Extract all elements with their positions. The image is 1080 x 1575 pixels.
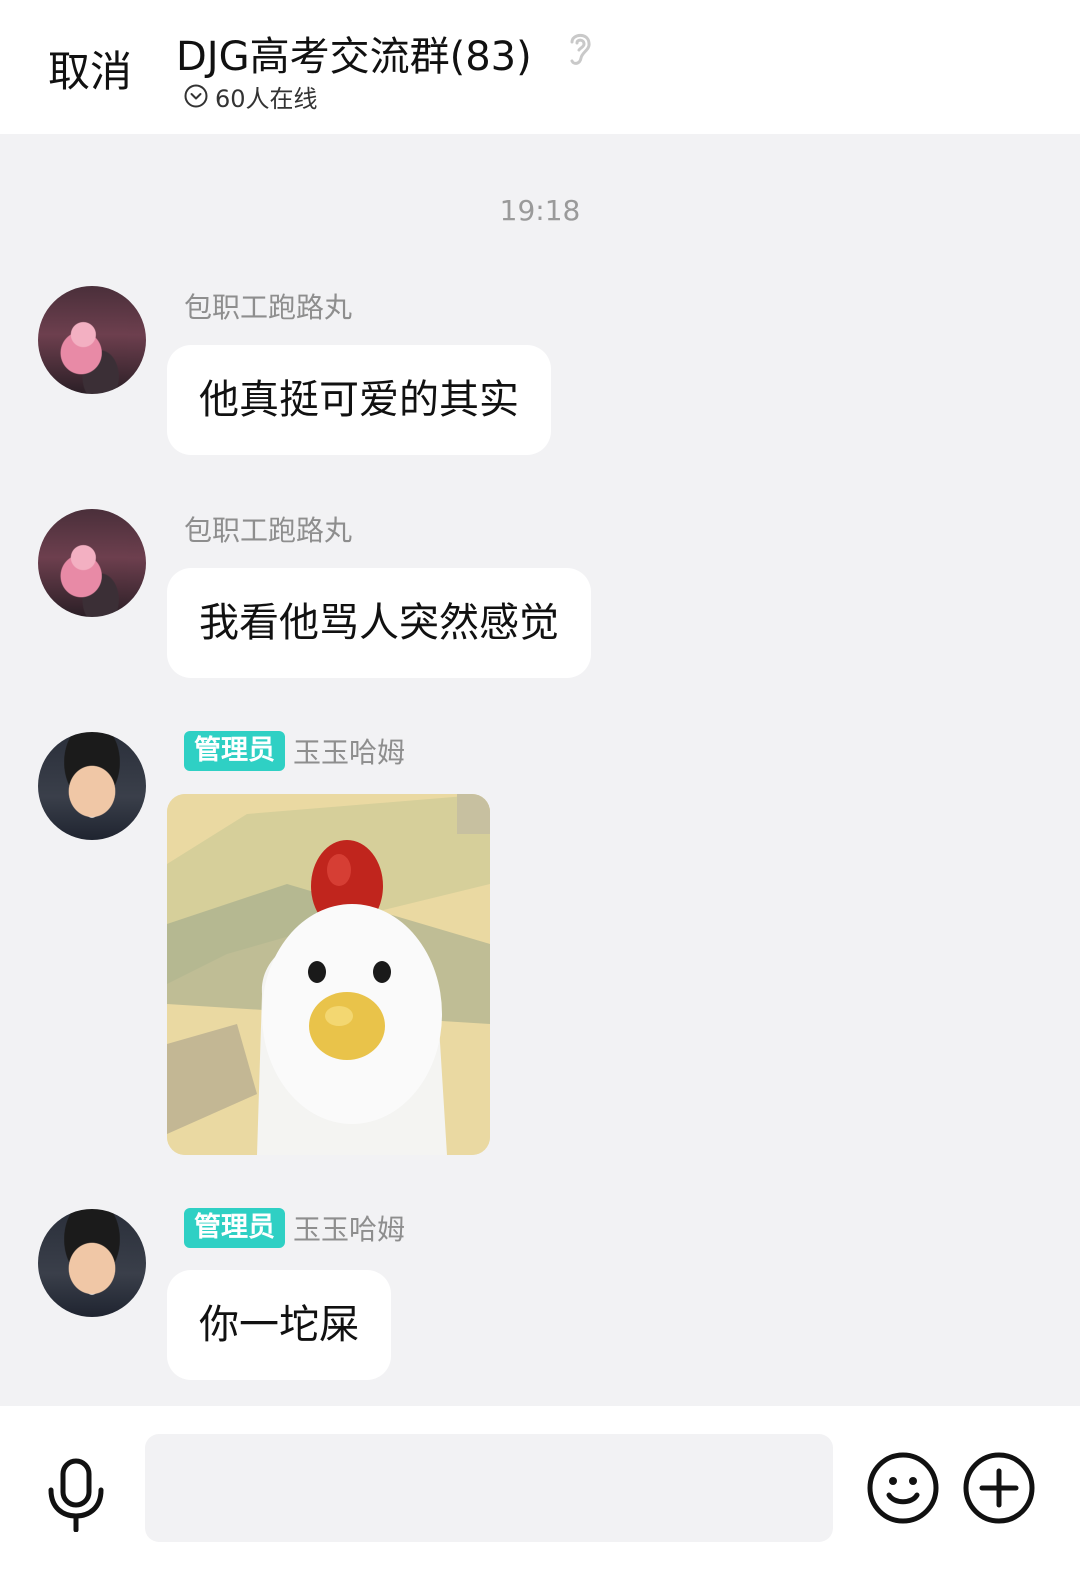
cancel-button[interactable]: 取消 bbox=[48, 38, 132, 99]
online-status[interactable]: 60人在线 bbox=[183, 80, 318, 113]
plus-icon[interactable] bbox=[962, 1451, 1036, 1525]
message-timestamp: 19:18 bbox=[499, 194, 581, 227]
laughing-man-avatar[interactable] bbox=[38, 732, 146, 840]
sender-name[interactable]: 包职工跑路丸 bbox=[184, 509, 352, 549]
message-bubble[interactable]: 我看他骂人突然感觉 bbox=[167, 568, 591, 678]
message-bubble[interactable]: 你一坨屎 bbox=[167, 1270, 391, 1380]
sender-row: 管理员 玉玉哈姆 bbox=[184, 1208, 405, 1248]
input-bar bbox=[0, 1406, 1080, 1575]
sender-name[interactable]: 玉玉哈姆 bbox=[293, 1208, 405, 1248]
online-count: 60人在线 bbox=[215, 84, 318, 113]
anime-girl-avatar[interactable] bbox=[38, 286, 146, 394]
microphone-icon[interactable] bbox=[44, 1458, 108, 1532]
laughing-man-avatar[interactable] bbox=[38, 1209, 146, 1317]
emoji-icon[interactable] bbox=[866, 1451, 940, 1525]
message-input[interactable] bbox=[145, 1434, 833, 1542]
chat-header: 取消 DJG高考交流群(83) 60人在线 bbox=[0, 0, 1080, 134]
chat-messages[interactable]: 19:18 包职工跑路丸 他真挺可爱的其实 包职工跑路丸 我看他骂人突然感觉 管… bbox=[0, 134, 1080, 1406]
anime-girl-avatar[interactable] bbox=[38, 509, 146, 617]
admin-badge: 管理员 bbox=[184, 731, 285, 771]
message-bubble[interactable]: 他真挺可爱的其实 bbox=[167, 345, 551, 455]
sender-row: 管理员 玉玉哈姆 bbox=[184, 731, 405, 771]
chicken-sticker bbox=[167, 794, 490, 1155]
group-title[interactable]: DJG高考交流群(83) bbox=[176, 24, 532, 82]
sender-name[interactable]: 玉玉哈姆 bbox=[293, 731, 405, 771]
chicken-sticker-image[interactable] bbox=[167, 794, 490, 1155]
ear-icon[interactable] bbox=[562, 28, 596, 68]
chevron-down-circle-icon bbox=[184, 84, 208, 108]
sender-name[interactable]: 包职工跑路丸 bbox=[184, 286, 352, 326]
admin-badge: 管理员 bbox=[184, 1208, 285, 1248]
